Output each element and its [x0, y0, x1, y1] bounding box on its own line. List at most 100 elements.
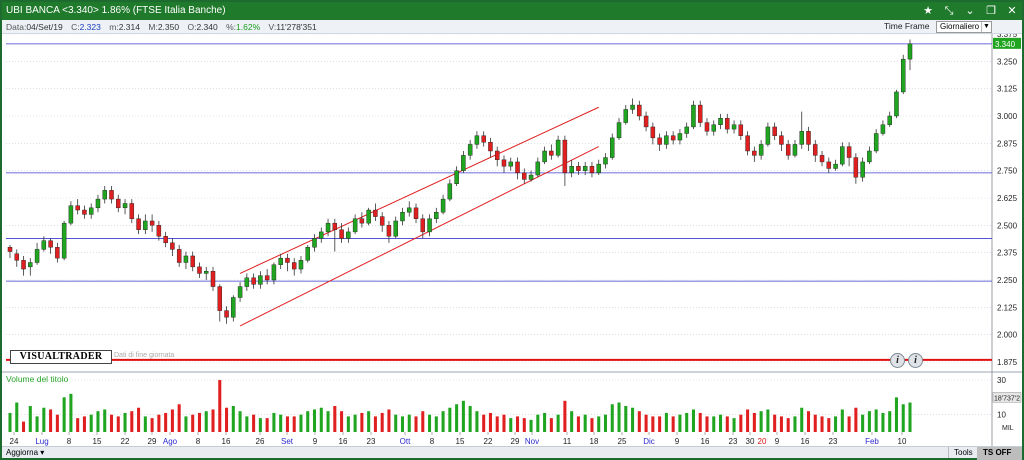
volume-unit-label: MIL [1002, 425, 1014, 432]
candle-body [413, 207, 419, 219]
candle-body [826, 161, 832, 169]
candle-body [467, 144, 473, 156]
candle-body [359, 218, 365, 224]
volume-bar [333, 406, 337, 432]
restore-icon[interactable]: ❐ [985, 2, 997, 20]
volume-bar [671, 416, 675, 432]
tools-button[interactable]: Tools [948, 447, 978, 458]
candle-body [515, 161, 520, 174]
volume-bar [908, 402, 912, 432]
volume-bar [847, 416, 851, 432]
x-tick-label: 22 [121, 437, 130, 446]
close-icon[interactable]: ✕ [1006, 2, 1018, 20]
timeframe-select[interactable]: Giornaliero ▼ [936, 21, 992, 33]
pct-value: 1.62% [236, 22, 261, 32]
volume-bar [353, 414, 357, 432]
volume-bar [488, 412, 492, 432]
star-icon[interactable]: ★ [922, 2, 934, 20]
ts-off-button[interactable]: TS OFF ▾ [977, 447, 1022, 460]
candle-body [806, 131, 811, 145]
volume-bar [170, 409, 174, 432]
pct-label: %: [226, 22, 237, 32]
close-value: 2.323 [79, 22, 101, 32]
volume-bar [576, 416, 580, 432]
volume-bar [637, 411, 641, 432]
price-chart[interactable]: 3.3753.2503.1253.0002.8752.7502.6252.500… [2, 34, 1022, 446]
x-tick-label: Lug [35, 437, 48, 446]
chevron-down-icon[interactable]: ▼ [981, 22, 991, 32]
candle-body [772, 126, 777, 136]
info-icon[interactable]: i [890, 353, 905, 368]
volume-bar [238, 411, 242, 432]
candle-body [752, 150, 757, 156]
trend-channel-lower [239, 146, 599, 327]
volume-value: 11'278'351 [276, 22, 317, 32]
price-tick-label: 2.250 [997, 276, 1018, 285]
ohlc-info-bar: Data:04/Set/19 C:2.323 m:2.314 M:2.350 O… [2, 20, 1022, 34]
volume-bar [570, 411, 574, 432]
volume-bar [177, 404, 181, 432]
x-tick-label: 16 [222, 437, 231, 446]
window-title: UBI BANCA <3.340> 1.86% (FTSE Italia Ban… [6, 5, 226, 16]
volume-bar [191, 414, 195, 432]
candle-body [407, 207, 412, 213]
x-tick-label: 8 [67, 437, 72, 446]
candle-body [819, 155, 825, 163]
volume-bar [49, 409, 53, 432]
volume-bar [143, 416, 147, 432]
candle-body [237, 286, 243, 298]
volume-bar [651, 416, 655, 432]
volume-bar [793, 416, 797, 432]
price-tick-label: 2.000 [997, 331, 1018, 340]
candle-body [799, 131, 804, 145]
volume-bar [130, 411, 134, 432]
price-tick-label: 2.750 [997, 167, 1018, 176]
candle-body [393, 220, 398, 237]
candle-body [718, 117, 723, 125]
candle-body [434, 212, 439, 219]
price-tick-label: 3.250 [997, 57, 1018, 66]
candle-body [657, 137, 662, 145]
candle-body [887, 115, 892, 125]
volume-bar [184, 416, 188, 432]
volume-bar [827, 418, 831, 432]
volume-bar [881, 412, 885, 432]
candle-body [48, 240, 53, 248]
volume-bar [664, 412, 668, 432]
candle-body [278, 257, 283, 265]
price-tick-label: 2.625 [997, 194, 1018, 203]
info-icon-2[interactable]: i [908, 353, 923, 368]
x-tick-label: 30 [746, 437, 755, 446]
pin-icon[interactable]: ⤡ [943, 2, 955, 20]
volume-bar [739, 414, 743, 432]
volume-bar [197, 412, 201, 432]
candle-body [610, 137, 615, 158]
collapse-icon[interactable]: ⌄ [964, 2, 976, 20]
volume-bar [116, 416, 120, 432]
candle-body [461, 155, 466, 171]
candle-body [738, 124, 744, 136]
volume-bar [252, 414, 256, 432]
volume-bar [482, 414, 486, 432]
volume-bar [712, 416, 716, 432]
candle-body [501, 159, 507, 167]
last-price-tag-label: 3.340 [995, 40, 1016, 49]
volume-bar [840, 409, 844, 432]
volume-bar [306, 411, 310, 432]
candle-body [691, 104, 696, 128]
volume-bar [515, 416, 520, 432]
candle-body [88, 207, 94, 215]
volume-bar [245, 416, 249, 432]
volume-bar [285, 416, 289, 432]
update-button[interactable]: Aggiorna ▾ [6, 447, 44, 458]
volume-bar [42, 407, 46, 432]
volume-tick-label: 30 [997, 376, 1006, 385]
volume-bar [752, 412, 756, 432]
volume-bar [8, 412, 12, 432]
volume-bar [563, 400, 567, 432]
volume-bar [218, 380, 222, 432]
volume-bar [137, 407, 141, 432]
x-tick-label: 18 [590, 437, 599, 446]
last-volume-tag-label: 18'737'2 [994, 395, 1020, 402]
candle-body [291, 262, 297, 270]
